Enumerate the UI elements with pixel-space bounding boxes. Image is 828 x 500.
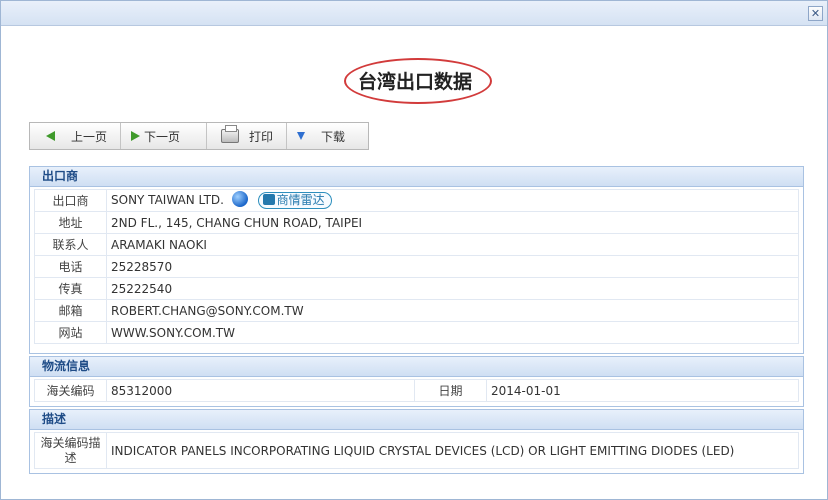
- table-row: 海关编码 85312000 日期 2014-01-01: [34, 379, 799, 402]
- exporter-label: 出口商: [34, 189, 107, 212]
- arrow-right-icon: [131, 131, 140, 141]
- email-value: ROBERT.CHANG@SONY.COM.TW: [106, 299, 799, 322]
- description-section: 描述 海关编码描述 INDICATOR PANELS INCORPORATING…: [29, 409, 804, 474]
- title-area: 台湾出口数据: [1, 49, 828, 109]
- prev-page-label: 上一页: [71, 129, 108, 144]
- table-row: 网站 WWW.SONY.COM.TW: [34, 321, 799, 344]
- logistics-table: 海关编码 85312000 日期 2014-01-01: [34, 379, 799, 402]
- logistics-section: 物流信息 海关编码 85312000 日期 2014-01-01: [29, 356, 804, 407]
- next-page-button[interactable]: 下一页: [121, 123, 207, 149]
- phone-value: 25228570: [106, 255, 799, 278]
- fax-label: 传真: [34, 277, 107, 300]
- table-row: 地址 2ND FL., 145, CHANG CHUN ROAD, TAIPEI: [34, 211, 799, 234]
- email-label: 邮箱: [34, 299, 107, 322]
- globe-icon[interactable]: [231, 190, 248, 207]
- contact-value: ARAMAKI NAOKI: [106, 233, 799, 256]
- hs-code-value: 85312000: [106, 379, 415, 402]
- exporter-section: 出口商 出口商 SONY TAIWAN LTD. 商情雷达 地址 2ND FL.…: [29, 166, 804, 354]
- printer-icon: [221, 125, 239, 143]
- table-row: 邮箱 ROBERT.CHANG@SONY.COM.TW: [34, 299, 799, 322]
- close-button[interactable]: ✕: [808, 6, 823, 21]
- next-page-label: 下一页: [144, 129, 181, 144]
- website-value: WWW.SONY.COM.TW: [106, 321, 799, 344]
- download-label: 下载: [321, 129, 346, 144]
- table-row: 出口商 SONY TAIWAN LTD. 商情雷达: [34, 189, 799, 212]
- radar-label: 商情雷达: [276, 193, 325, 207]
- print-label: 打印: [249, 129, 274, 144]
- exporter-table: 出口商 SONY TAIWAN LTD. 商情雷达 地址 2ND FL., 14…: [34, 189, 799, 344]
- table-row: 电话 25228570: [34, 255, 799, 278]
- description-table: 海关编码描述 INDICATOR PANELS INCORPORATING LI…: [34, 432, 799, 469]
- hs-code-label: 海关编码: [34, 379, 107, 402]
- arrow-left-icon: [46, 131, 55, 141]
- toolbar: 上一页 下一页 打印 下载: [29, 122, 369, 150]
- fax-value: 25222540: [106, 277, 799, 300]
- date-label: 日期: [414, 379, 487, 402]
- phone-label: 电话: [34, 255, 107, 278]
- close-icon: ✕: [810, 7, 821, 20]
- radar-icon: [262, 194, 275, 205]
- date-value: 2014-01-01: [486, 379, 799, 402]
- download-button[interactable]: 下载: [287, 123, 368, 149]
- table-row: 联系人 ARAMAKI NAOKI: [34, 233, 799, 256]
- description-section-header: 描述: [30, 410, 803, 430]
- table-row: 传真 25222540: [34, 277, 799, 300]
- address-label: 地址: [34, 211, 107, 234]
- table-row: 海关编码描述 INDICATOR PANELS INCORPORATING LI…: [34, 432, 799, 469]
- arrow-down-icon: [297, 132, 305, 140]
- hs-description-label: 海关编码描述: [34, 432, 107, 469]
- exporter-value-cell: SONY TAIWAN LTD. 商情雷达: [106, 189, 799, 212]
- hs-description-value: INDICATOR PANELS INCORPORATING LIQUID CR…: [106, 432, 799, 469]
- radar-button[interactable]: 商情雷达: [257, 192, 332, 209]
- website-label: 网站: [34, 321, 107, 344]
- print-button[interactable]: 打印: [207, 123, 287, 149]
- contact-label: 联系人: [34, 233, 107, 256]
- logistics-section-header: 物流信息: [30, 357, 803, 377]
- page-title: 台湾出口数据: [357, 71, 472, 93]
- address-value: 2ND FL., 145, CHANG CHUN ROAD, TAIPEI: [106, 211, 799, 234]
- exporter-name: SONY TAIWAN LTD.: [111, 193, 224, 207]
- prev-page-button[interactable]: 上一页: [30, 123, 121, 149]
- exporter-section-header: 出口商: [30, 167, 803, 187]
- dialog-titlebar: ✕: [1, 1, 827, 26]
- export-data-dialog: ✕ 台湾出口数据 上一页 下一页 打印 下载 出口商 出口商 SONY TAIW…: [0, 0, 828, 500]
